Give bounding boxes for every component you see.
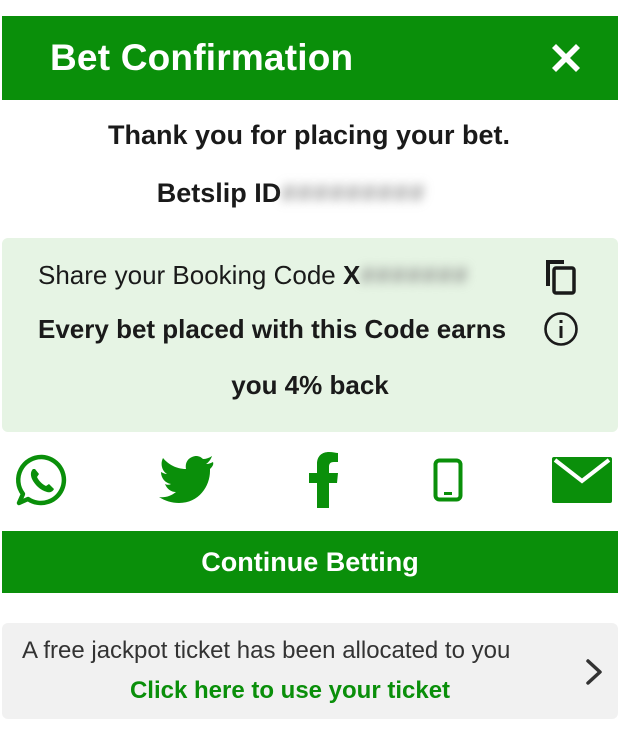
- close-button[interactable]: [546, 38, 586, 78]
- copy-icon: [546, 260, 576, 295]
- continue-betting-button[interactable]: Continue Betting: [2, 531, 618, 593]
- booking-code-value: #######: [360, 260, 469, 290]
- share-social-row: [0, 450, 618, 510]
- facebook-icon: [309, 452, 338, 508]
- info-icon: [544, 312, 578, 346]
- copy-code-button[interactable]: [540, 256, 580, 296]
- thanks-message: Thank you for placing your bet.: [107, 120, 511, 150]
- modal-header: Bet Confirmation: [2, 16, 618, 100]
- close-icon: [552, 44, 580, 72]
- betslip-id-label: Betslip ID: [156, 178, 282, 208]
- share-sms-button[interactable]: [430, 450, 466, 510]
- chevron-right-icon: [586, 659, 602, 685]
- jackpot-message: A free jackpot ticket has been allocated…: [22, 637, 511, 664]
- betslip-id-row: Betslip ID #########: [0, 178, 618, 209]
- betslip-id-value: #########: [281, 178, 426, 208]
- booking-code-label: Share your Booking Code: [38, 260, 336, 290]
- earn-text-line1: Every bet placed with this Code earns: [38, 314, 507, 344]
- share-email-button[interactable]: [552, 450, 612, 510]
- share-facebook-button[interactable]: [304, 450, 344, 510]
- modal-title: Bet Confirmation: [50, 37, 354, 78]
- whatsapp-icon: [15, 454, 67, 506]
- use-ticket-link[interactable]: Click here to use your ticket: [2, 677, 578, 705]
- booking-code-row: Share your Booking Code X #######: [38, 260, 510, 291]
- phone-icon: [433, 458, 463, 502]
- share-twitter-button[interactable]: [158, 450, 216, 510]
- share-whatsapp-button[interactable]: [14, 450, 70, 510]
- booking-code-prefix: X: [342, 260, 361, 290]
- earn-text-line2: you 4% back: [231, 370, 389, 400]
- share-code-panel: Share your Booking Code X ####### Every …: [2, 238, 618, 432]
- email-icon: [552, 457, 612, 503]
- jackpot-ticket-banner[interactable]: A free jackpot ticket has been allocated…: [2, 623, 618, 719]
- info-button[interactable]: [542, 310, 580, 348]
- twitter-icon: [159, 456, 214, 503]
